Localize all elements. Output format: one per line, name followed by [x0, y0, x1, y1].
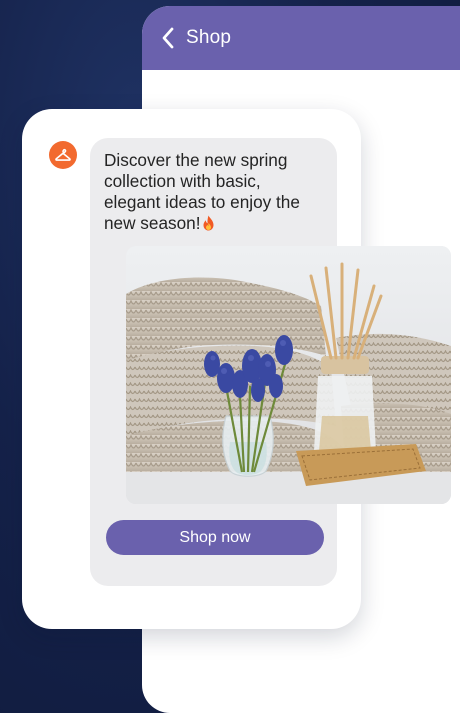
message-line: elegant ideas to enjoy the: [104, 192, 300, 212]
header-title: Shop: [186, 27, 232, 48]
message-line: new season!: [104, 213, 201, 233]
product-image: [126, 246, 451, 504]
shop-header: Shop: [142, 6, 460, 70]
message-line: collection with basic,: [104, 171, 261, 191]
message-line-last: new season!: [104, 213, 329, 234]
shop-now-button[interactable]: Shop now: [106, 520, 324, 555]
hanger-icon: [49, 141, 77, 169]
message-text: Discover the new spring collection with …: [104, 150, 329, 234]
fire-icon: [202, 215, 215, 231]
chevron-left-icon[interactable]: [158, 26, 178, 50]
message-line: Discover the new spring: [104, 150, 288, 170]
